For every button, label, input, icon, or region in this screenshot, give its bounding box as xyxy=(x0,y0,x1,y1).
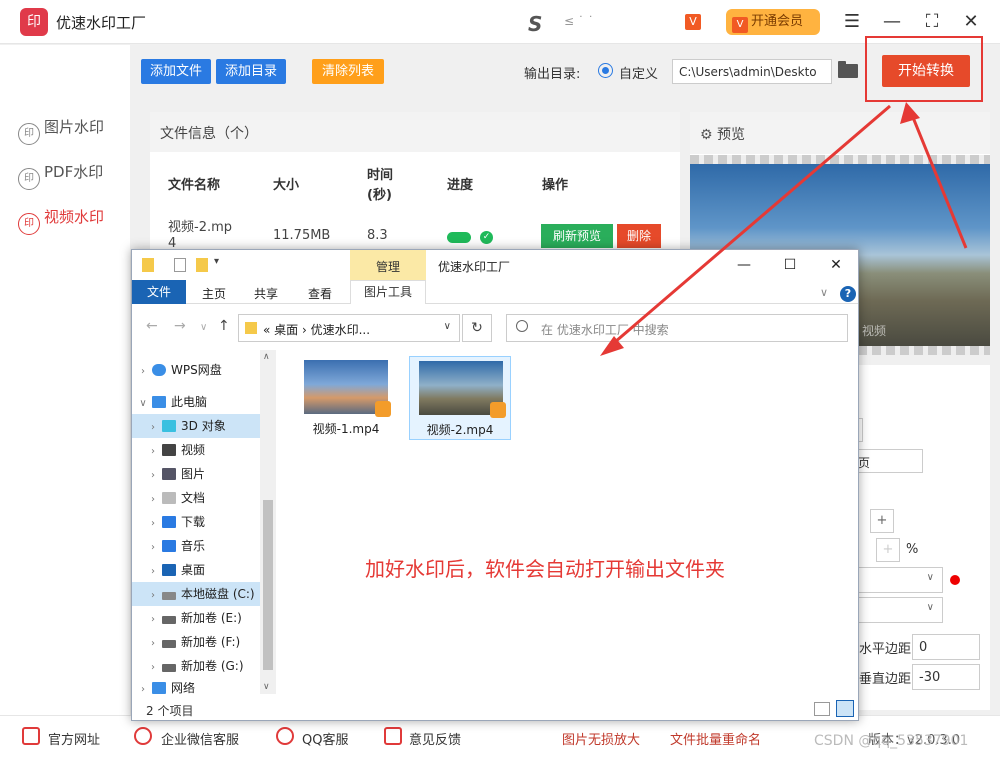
annotation-arrows xyxy=(600,102,968,356)
arrow-line xyxy=(607,104,891,350)
arrow-line xyxy=(908,109,968,249)
arrow-head xyxy=(900,102,920,124)
